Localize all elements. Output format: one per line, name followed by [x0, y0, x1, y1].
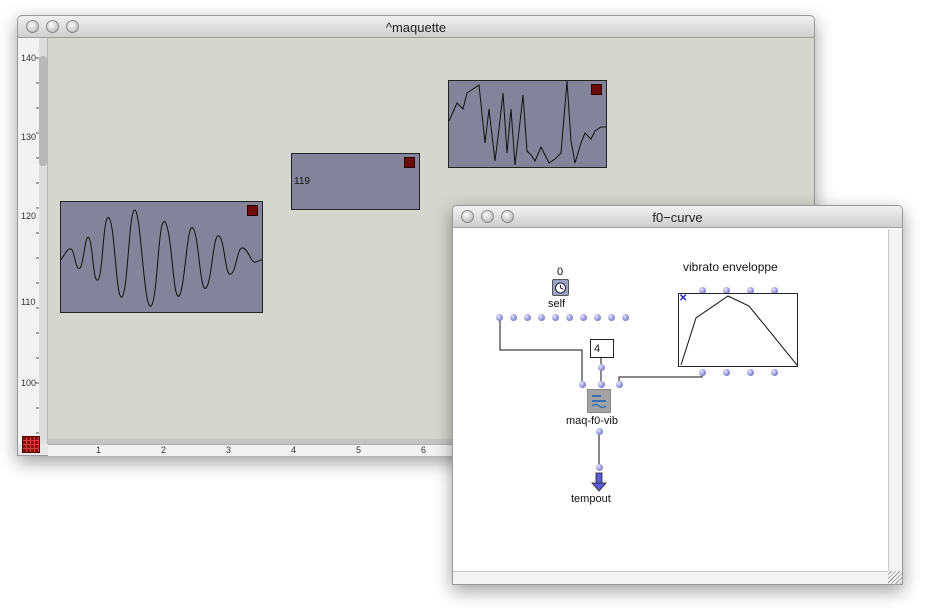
- vertical-scrollbar[interactable]: [888, 229, 902, 573]
- envelope-title: vibrato enveloppe: [683, 260, 778, 274]
- f0-curve-titlebar[interactable]: f0−curve: [453, 206, 902, 228]
- outlet-dot[interactable]: [524, 314, 531, 321]
- output-arrow-icon[interactable]: [589, 472, 609, 492]
- output-label: tempout: [571, 493, 611, 505]
- x-tick-label: 3: [226, 445, 232, 455]
- horizontal-scrollbar[interactable]: [453, 571, 890, 584]
- output-arrow-glyph: [591, 472, 607, 492]
- outlet-dot[interactable]: [552, 314, 559, 321]
- y-tick-label: 140: [21, 53, 37, 63]
- envelope-curve: [680, 295, 797, 366]
- y-tick-label: 100: [21, 378, 37, 388]
- mute-button[interactable]: [404, 157, 415, 168]
- x-tick-label: 2: [161, 445, 167, 455]
- self-value: 0: [557, 266, 564, 278]
- function-label: maq-f0-vib: [566, 415, 618, 427]
- clock-face: [555, 282, 566, 294]
- number-box[interactable]: 4: [590, 339, 614, 358]
- window-title: ^maquette: [385, 20, 447, 35]
- outlet-dot[interactable]: [771, 369, 778, 376]
- x-tick-label: 4: [291, 445, 297, 455]
- inlet-dot[interactable]: [596, 464, 603, 471]
- number-box-value: 4: [594, 343, 601, 355]
- outlet-dot[interactable]: [538, 314, 545, 321]
- function-glyph: [591, 395, 607, 409]
- patch-connections: [499, 318, 703, 466]
- resize-grip-icon[interactable]: [888, 571, 902, 584]
- x-tick-label: 5: [356, 445, 362, 455]
- f0-curve-box[interactable]: [448, 80, 607, 168]
- outlet-dot[interactable]: [510, 314, 517, 321]
- self-label: self: [548, 298, 566, 310]
- outlet-dot[interactable]: [496, 314, 503, 321]
- vertical-scroll-thumb[interactable]: [39, 56, 47, 166]
- y-tick-label: 110: [21, 297, 36, 307]
- outlet-dot[interactable]: [699, 369, 706, 376]
- f0-curve-waveform: [449, 81, 606, 166]
- inlet-dot[interactable]: [616, 381, 623, 388]
- maquette-titlebar[interactable]: ^maquette: [18, 16, 814, 38]
- y-tick-label: 130: [21, 132, 37, 142]
- value-box-label: 119: [294, 176, 310, 187]
- inlet-dot[interactable]: [598, 381, 605, 388]
- close-icon[interactable]: ✕: [679, 293, 687, 304]
- window-title: f0−curve: [652, 210, 703, 225]
- mute-button[interactable]: [247, 205, 258, 216]
- x-tick-label: 1: [96, 445, 102, 455]
- sine-waveform: [61, 209, 262, 307]
- outlet-dot[interactable]: [594, 314, 601, 321]
- patch-canvas[interactable]: 0 self 4 maq-f0-vib tempout vibrato enve…: [453, 229, 888, 573]
- inlet-dot[interactable]: [579, 381, 586, 388]
- outlet-dot[interactable]: [622, 314, 629, 321]
- y-tick-label: 120: [21, 211, 37, 221]
- f0-curve-window: f0−curve 0 self 4 maq-f0-vib tempout vib…: [452, 205, 903, 585]
- clock-icon[interactable]: [552, 279, 569, 296]
- number-box-inlet-dot[interactable]: [598, 364, 605, 371]
- outlet-dot[interactable]: [596, 428, 603, 435]
- outlet-dot[interactable]: [723, 369, 730, 376]
- vibrato-wave-box[interactable]: [60, 201, 263, 313]
- mute-button[interactable]: [591, 84, 602, 95]
- value-box[interactable]: 119: [291, 153, 420, 210]
- outlet-dot[interactable]: [566, 314, 573, 321]
- outlet-dot[interactable]: [608, 314, 615, 321]
- x-tick-label: 6: [421, 445, 427, 455]
- grid-icon[interactable]: [22, 436, 40, 453]
- function-icon[interactable]: [587, 389, 611, 413]
- outlet-dot[interactable]: [580, 314, 587, 321]
- outlet-dot[interactable]: [747, 369, 754, 376]
- envelope-editor[interactable]: ✕: [678, 293, 798, 367]
